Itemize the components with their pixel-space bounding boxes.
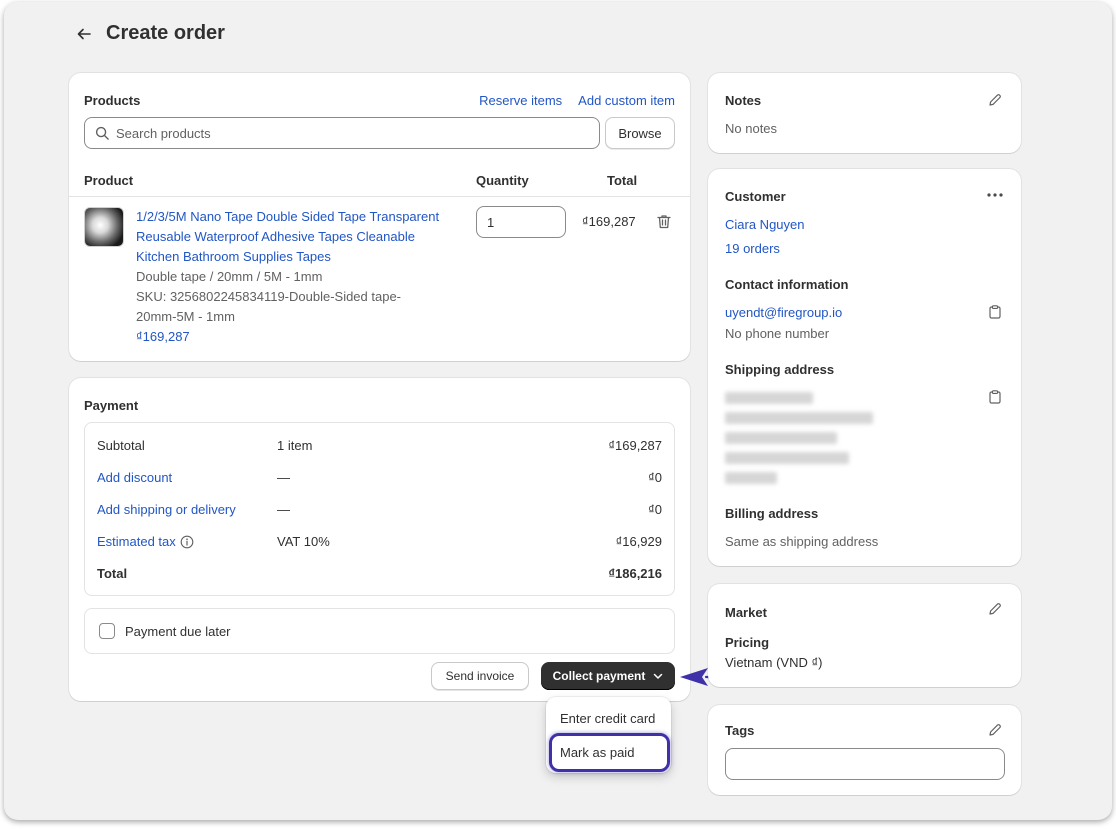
tax-detail: VAT 10% bbox=[277, 534, 330, 549]
product-name-line1[interactable]: 1/2/3/5M Nano Tape Double Sided Tape Tra… bbox=[136, 207, 476, 227]
browse-button[interactable]: Browse bbox=[605, 117, 675, 149]
payment-card: Payment Subtotal 1 item ₫169,287 Add dis… bbox=[69, 378, 690, 701]
copy-clipboard-icon[interactable] bbox=[986, 303, 1004, 321]
send-invoice-button[interactable]: Send invoice bbox=[431, 662, 529, 690]
tags-title: Tags bbox=[725, 723, 755, 738]
search-icon bbox=[95, 126, 109, 140]
pricing-value: Vietnam (VND ₫) bbox=[725, 655, 823, 670]
product-thumbnail bbox=[84, 207, 124, 247]
discount-amount: ₫0 bbox=[648, 470, 662, 485]
more-options-icon[interactable] bbox=[986, 186, 1004, 204]
total-row: Total ₫186,216 bbox=[97, 566, 662, 586]
search-input[interactable]: Search products bbox=[84, 117, 600, 149]
total-label: Total bbox=[97, 566, 128, 581]
enter-credit-card-menu-item[interactable]: Enter credit card bbox=[560, 711, 655, 726]
product-name-line3[interactable]: Kitchen Bathroom Supplies Tapes bbox=[136, 247, 476, 267]
row-total: ₫169,287 bbox=[582, 214, 636, 229]
estimated-tax-link[interactable]: Estimated tax bbox=[97, 534, 176, 549]
info-icon[interactable] bbox=[180, 535, 194, 549]
subtotal-amount: ₫169,287 bbox=[608, 438, 662, 453]
payment-due-later-option: Payment due later bbox=[84, 608, 675, 654]
billing-address-value: Same as shipping address bbox=[725, 534, 879, 549]
column-total: Total bbox=[607, 173, 638, 188]
customer-name-link[interactable]: Ciara Nguyen bbox=[725, 217, 805, 232]
tags-card: Tags bbox=[708, 705, 1021, 795]
product-name-line2[interactable]: Reusable Waterproof Adhesive Tapes Clean… bbox=[136, 227, 476, 247]
add-custom-item-link[interactable]: Add custom item bbox=[578, 93, 675, 108]
notes-title: Notes bbox=[725, 93, 762, 108]
payment-summary: Subtotal 1 item ₫169,287 Add discount — … bbox=[84, 422, 675, 596]
page-title: Create order bbox=[106, 22, 225, 44]
notes-card: Notes No notes bbox=[708, 73, 1021, 153]
collect-payment-label: Collect payment bbox=[552, 669, 646, 683]
back-arrow-icon[interactable] bbox=[74, 24, 94, 44]
shipping-amount: ₫0 bbox=[648, 502, 662, 517]
products-table-header: Product Quantity Total bbox=[69, 165, 690, 197]
subtotal-row: Subtotal 1 item ₫169,287 bbox=[97, 438, 662, 458]
reserve-items-link[interactable]: Reserve items bbox=[479, 93, 562, 108]
market-title: Market bbox=[725, 605, 767, 620]
payment-title: Payment bbox=[84, 398, 139, 413]
customer-card: Customer Ciara Nguyen 19 orders Contact … bbox=[708, 169, 1021, 566]
product-variant: Double tape / 20mm / 5M - 1mm bbox=[136, 269, 323, 284]
product-price[interactable]: ₫169,287 bbox=[136, 327, 476, 347]
edit-notes-pencil-icon[interactable] bbox=[986, 91, 1004, 109]
product-sku-line1: SKU: 3256802245834119-Double-Sided tape- bbox=[136, 289, 402, 304]
shipping-row: Add shipping or delivery — ₫0 bbox=[97, 502, 662, 522]
pricing-label: Pricing bbox=[725, 635, 770, 650]
customer-phone: No phone number bbox=[725, 326, 830, 341]
payment-due-later-checkbox[interactable] bbox=[99, 623, 115, 639]
search-placeholder: Search products bbox=[116, 125, 211, 141]
copy-clipboard-icon[interactable] bbox=[986, 388, 1004, 406]
discount-row: Add discount — ₫0 bbox=[97, 470, 662, 490]
page-header: Create order bbox=[74, 22, 225, 45]
customer-title: Customer bbox=[725, 189, 786, 204]
add-discount-link[interactable]: Add discount bbox=[97, 470, 172, 485]
product-sku-line2: 20mm-5M - 1mm bbox=[136, 309, 235, 324]
discount-detail: — bbox=[277, 470, 290, 485]
products-title: Products bbox=[84, 93, 141, 108]
shipping-address-title: Shipping address bbox=[725, 362, 835, 377]
quantity-input[interactable]: 1 bbox=[476, 206, 566, 238]
trash-icon[interactable] bbox=[657, 214, 673, 230]
customer-email-link[interactable]: uyendt@firegroup.io bbox=[725, 305, 842, 320]
customer-orders-link[interactable]: 19 orders bbox=[725, 241, 780, 256]
payment-due-later-label: Payment due later bbox=[125, 623, 231, 639]
highlight-annotation bbox=[549, 733, 670, 772]
shipping-detail: — bbox=[277, 502, 290, 517]
contact-info-title: Contact information bbox=[725, 277, 849, 292]
subtotal-detail: 1 item bbox=[277, 438, 313, 453]
notes-value: No notes bbox=[725, 121, 778, 136]
market-card: Market Pricing Vietnam (VND ₫) bbox=[708, 584, 1021, 687]
collect-payment-button[interactable]: Collect payment bbox=[541, 662, 675, 690]
subtotal-label: Subtotal bbox=[97, 438, 145, 453]
tax-amount: ₫16,929 bbox=[615, 534, 662, 549]
total-amount: ₫186,216 bbox=[608, 566, 662, 581]
edit-tags-pencil-icon[interactable] bbox=[986, 721, 1004, 739]
column-product: Product bbox=[84, 173, 134, 188]
tax-row: Estimated tax VAT 10% ₫16,929 bbox=[97, 534, 662, 554]
add-shipping-link[interactable]: Add shipping or delivery bbox=[97, 502, 236, 517]
column-quantity: Quantity bbox=[476, 173, 529, 188]
edit-market-pencil-icon[interactable] bbox=[986, 600, 1004, 618]
chevron-down-icon bbox=[654, 673, 663, 679]
billing-address-title: Billing address bbox=[725, 506, 819, 521]
products-card: Products Reserve items Add custom item S… bbox=[69, 73, 690, 361]
tags-input[interactable] bbox=[725, 748, 1005, 780]
